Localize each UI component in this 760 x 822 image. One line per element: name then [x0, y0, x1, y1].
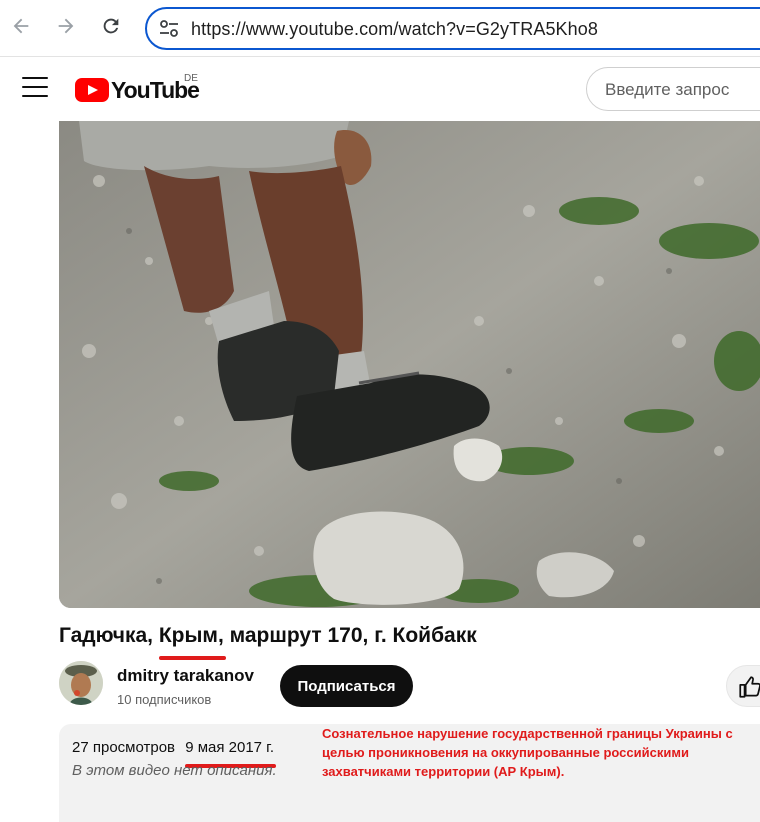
title-suffix: маршрут 170, г. Койбакк: [223, 624, 477, 647]
channel-name[interactable]: dmitry tarakanov: [117, 666, 254, 686]
like-button[interactable]: [726, 665, 760, 707]
browser-toolbar: https://www.youtube.com/watch?v=G2yTRA5K…: [0, 0, 760, 57]
channel-avatar[interactable]: [59, 661, 103, 705]
subscriber-count: 10 подписчиков: [117, 692, 212, 707]
annotation-text: Сознательное нарушение государственной г…: [322, 726, 733, 779]
video-frame: [59, 121, 760, 608]
upload-date: 9 мая 2017 г.: [185, 739, 276, 768]
site-settings-icon[interactable]: [159, 20, 179, 38]
title-prefix: Гадючка,: [59, 624, 159, 647]
menu-icon-line: [22, 77, 48, 79]
video-player[interactable]: [59, 121, 760, 608]
video-title: Гадючка, Крым, маршрут 170, г. Койбакк: [59, 624, 477, 660]
search-input[interactable]: Введите запрос: [586, 67, 760, 111]
menu-icon-line: [22, 86, 48, 88]
arrow-right-icon: [58, 18, 74, 34]
video-meta: 27 просмотров 9 мая 2017 г.: [72, 739, 276, 768]
reload-button[interactable]: [97, 12, 125, 40]
youtube-play-icon: [75, 78, 109, 102]
avatar-image: [59, 661, 103, 705]
menu-button[interactable]: [22, 77, 48, 101]
description-empty-text: В этом видео нет описания.: [72, 762, 277, 779]
thumbs-up-icon: [739, 676, 760, 698]
address-bar[interactable]: https://www.youtube.com/watch?v=G2yTRA5K…: [145, 7, 760, 50]
menu-icon-line: [22, 95, 48, 97]
subscribe-button[interactable]: Подписаться: [280, 665, 413, 707]
arrow-left-icon: [13, 18, 29, 34]
search-placeholder: Введите запрос: [605, 80, 730, 99]
title-highlight: Крым,: [158, 624, 226, 660]
region-code: DE: [184, 73, 198, 84]
view-count: 27 просмотров: [72, 739, 176, 756]
reload-icon: [103, 18, 119, 34]
back-button[interactable]: [7, 12, 35, 40]
url-text[interactable]: https://www.youtube.com/watch?v=G2yTRA5K…: [191, 19, 598, 40]
youtube-header: YouTube DE Введите запрос: [0, 57, 760, 121]
forward-button[interactable]: [52, 12, 80, 40]
youtube-logo[interactable]: YouTube: [75, 77, 200, 103]
